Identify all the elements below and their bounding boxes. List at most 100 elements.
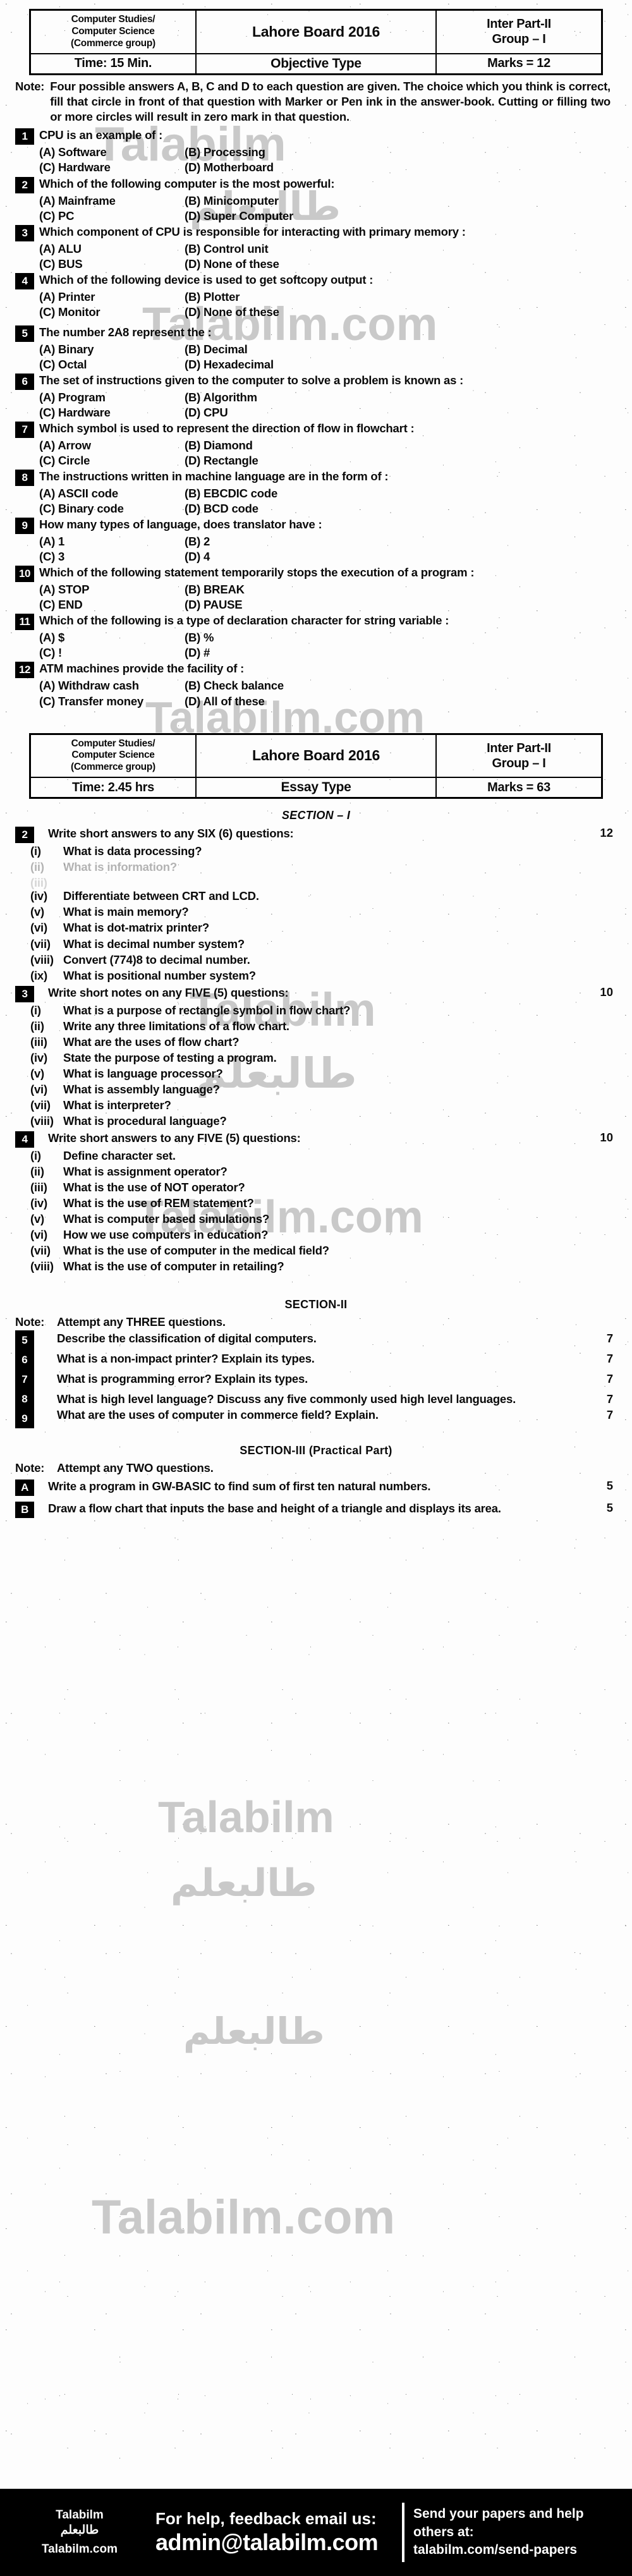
option-a[interactable]: (A) Printer	[39, 289, 185, 305]
option-d[interactable]: (D) None of these	[185, 257, 613, 272]
sub-question: (viii) What is procedural language?	[15, 1114, 613, 1129]
section-2-title: SECTION-II	[284, 1298, 348, 1311]
question-marks: 7	[606, 1352, 613, 1366]
site-footer-bar: Talabilm طالبعلم Talabilm.com For help, …	[0, 2489, 632, 2576]
question-number-badge: 1	[15, 128, 34, 145]
question-number-badge: B	[15, 1502, 34, 1519]
subject-line-2: Computer Science	[71, 750, 155, 761]
option-d[interactable]: (D) #	[185, 645, 613, 660]
talabilm-logo[interactable]: Talabilm طالبعلم Talabilm.com	[16, 2508, 143, 2556]
option-d[interactable]: (D) 4	[185, 549, 613, 564]
subject-line-3: (Commerce group)	[71, 762, 155, 773]
option-b[interactable]: (B) Control unit	[185, 241, 613, 257]
section-3-item: A Write a program in GW-BASIC to find su…	[15, 1479, 613, 1497]
section-2-item: What is programming error? Explain its t…	[15, 1371, 613, 1391]
footer-email-link[interactable]: admin@talabilm.com	[155, 2529, 380, 2556]
option-d[interactable]: (D) Hexadecimal	[185, 357, 613, 372]
sub-text: Write any three limitations of a flow ch…	[63, 1019, 289, 1033]
mcq-item-2: 2 Which of the following computer is the…	[15, 176, 613, 224]
option-c[interactable]: (C) BUS	[39, 257, 185, 272]
footer-send-link[interactable]: talabilm.com/send-papers	[413, 2541, 616, 2559]
option-c[interactable]: (C) 3	[39, 549, 185, 564]
option-d[interactable]: (D) BCD code	[185, 501, 613, 516]
option-row: (A) Software (B) Processing	[15, 145, 613, 160]
option-a[interactable]: (A) Mainframe	[39, 193, 185, 209]
option-b[interactable]: (B) Algorithm	[185, 390, 613, 405]
option-c[interactable]: (C) Octal	[39, 357, 185, 372]
option-d[interactable]: (D) All of these	[185, 694, 613, 709]
option-c[interactable]: (C) Transfer money	[39, 694, 185, 709]
option-b[interactable]: (B) Decimal	[185, 342, 613, 357]
sub-number: (vii)	[30, 937, 51, 951]
option-a[interactable]: (A) Software	[39, 145, 185, 160]
option-row: (C) Hardware (D) CPU	[15, 405, 613, 420]
sub-text: What is a purpose of rectangle symbol in…	[63, 1003, 351, 1017]
question-text: Draw a flow chart that inputs the base a…	[48, 1502, 501, 1516]
option-c[interactable]: (C) Circle	[39, 453, 185, 468]
question-number-badge: 4	[15, 1131, 34, 1148]
option-d[interactable]: (D) CPU	[185, 405, 613, 420]
option-d[interactable]: (D) Rectangle	[185, 453, 613, 468]
option-b[interactable]: (B) Minicomputer	[185, 193, 613, 209]
question-marks: 7	[606, 1408, 613, 1422]
sub-text: What is the use of REM statement?	[63, 1196, 254, 1210]
sub-question: (iii)	[15, 875, 613, 889]
question-number-badge: 10	[15, 566, 34, 583]
option-c[interactable]: (C) PC	[39, 209, 185, 224]
option-d[interactable]: (D) Motherboard	[185, 160, 613, 175]
section-2-questions: 5 6 7 8 9 Describe the classification of…	[0, 1329, 632, 1429]
question-row: 1 CPU is an example of :	[15, 128, 613, 145]
option-c[interactable]: (C) Hardware	[39, 405, 185, 420]
option-d[interactable]: (D) Super Computer	[185, 209, 613, 224]
footer-send-papers: Send your papers and help others at: tal…	[413, 2505, 616, 2559]
sub-text: What are the uses of flow chart?	[63, 1035, 240, 1048]
option-a[interactable]: (A) Binary	[39, 342, 185, 357]
mcq-item-5: 5 The number 2A8 represent the : (A) Bin…	[15, 325, 613, 372]
option-a[interactable]: (A) Program	[39, 390, 185, 405]
question-number-badge: 8	[15, 470, 34, 487]
option-c[interactable]: (C) !	[39, 645, 185, 660]
sub-question: (vii) What is the use of computer in the…	[15, 1243, 613, 1258]
part-line-1: Inter Part-II	[487, 741, 551, 755]
footer-contact: For help, feedback email us: admin@talab…	[143, 2509, 393, 2556]
sub-number: (v)	[30, 905, 45, 919]
part-cell: Inter Part-II Group – I	[435, 9, 603, 54]
option-b[interactable]: (B) 2	[185, 534, 613, 549]
subject-cell: Computer Studies/ Computer Science (Comm…	[29, 9, 197, 54]
option-a[interactable]: (A) ALU	[39, 241, 185, 257]
option-b[interactable]: (B) Processing	[185, 145, 613, 160]
option-b[interactable]: (B) EBCDIC code	[185, 486, 613, 501]
option-row: (C) Octal (D) Hexadecimal	[15, 357, 613, 372]
question-text: What is programming error? Explain its t…	[57, 1372, 308, 1386]
option-a[interactable]: (A) STOP	[39, 582, 185, 597]
option-b[interactable]: (B) BREAK	[185, 582, 613, 597]
option-c[interactable]: (C) Hardware	[39, 160, 185, 175]
option-a[interactable]: (A) ASCII code	[39, 486, 185, 501]
option-row: (C) Binary code (D) BCD code	[15, 501, 613, 516]
option-c[interactable]: (C) END	[39, 597, 185, 612]
option-c[interactable]: (C) Monitor	[39, 305, 185, 320]
option-a[interactable]: (A) Withdraw cash	[39, 678, 185, 693]
table-row: Time: 2.45 hrs Essay Type Marks = 63	[29, 777, 603, 799]
option-b[interactable]: (B) %	[185, 630, 613, 645]
section-3-title: SECTION-III (Practical Part)	[240, 1444, 392, 1457]
sub-question: (i) What is data processing?	[15, 844, 613, 859]
option-a[interactable]: (A) Arrow	[39, 438, 185, 453]
footer-help-label: For help, feedback email us:	[155, 2509, 377, 2528]
option-a[interactable]: (A) $	[39, 630, 185, 645]
option-d[interactable]: (D) PAUSE	[185, 597, 613, 612]
option-a[interactable]: (A) 1	[39, 534, 185, 549]
option-b[interactable]: (B) Check balance	[185, 678, 613, 693]
option-b[interactable]: (B) Diamond	[185, 438, 613, 453]
question-number-badge: 12	[15, 662, 34, 679]
option-row: (A) 1 (B) 2	[15, 534, 613, 549]
objective-note: Note: Four possible answers A, B, C and …	[0, 75, 632, 126]
subject-cell: Computer Studies/ Computer Science (Comm…	[29, 733, 197, 779]
part-line-1: Inter Part-II	[487, 17, 551, 32]
question-marks: 5	[606, 1501, 613, 1515]
sub-number: (iv)	[30, 1196, 47, 1210]
option-b[interactable]: (B) Plotter	[185, 289, 613, 305]
question-text: What is high level language? Discuss any…	[57, 1392, 516, 1406]
option-c[interactable]: (C) Binary code	[39, 501, 185, 516]
option-d[interactable]: (D) None of these	[185, 305, 613, 320]
